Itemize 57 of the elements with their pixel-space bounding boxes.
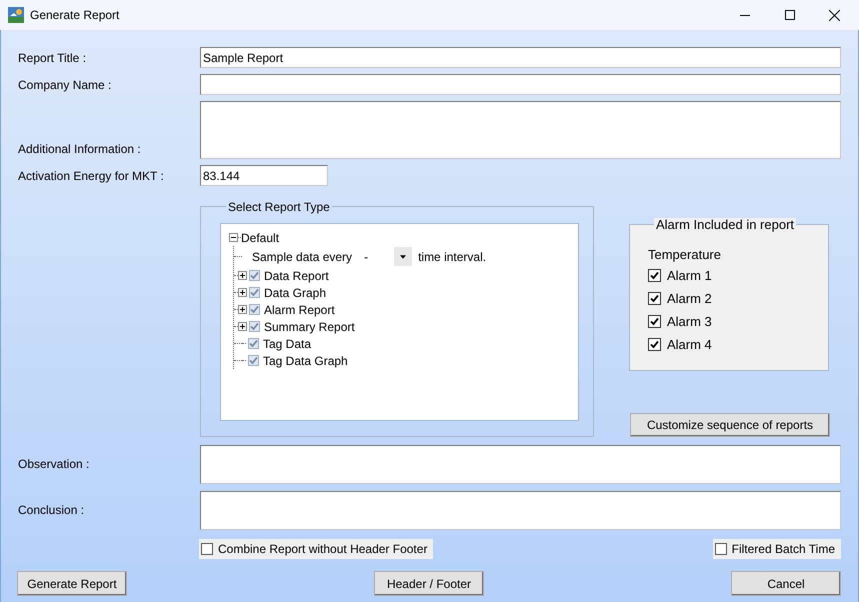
app-icon xyxy=(8,7,24,23)
plus-icon[interactable] xyxy=(238,288,247,297)
field-label: Additional Information : xyxy=(18,141,142,158)
interval-value: - xyxy=(363,248,370,266)
minus-icon[interactable] xyxy=(229,233,238,242)
checkbox-label: Alarm 4 xyxy=(667,336,712,354)
checkbox[interactable] xyxy=(249,287,260,298)
checkbox[interactable] xyxy=(648,292,661,305)
checkbox[interactable] xyxy=(248,355,259,366)
checkbox[interactable] xyxy=(714,543,727,555)
checkbox-label: Alarm 3 xyxy=(667,312,712,331)
tree-item-label[interactable]: Data Report xyxy=(264,266,329,284)
checkbox-label: Alarm 1 xyxy=(667,266,712,285)
field-label: Company Name : xyxy=(18,77,112,94)
plus-icon[interactable] xyxy=(238,322,247,331)
maximize-icon xyxy=(784,10,794,20)
text-area[interactable] xyxy=(200,445,841,484)
tree-item-label[interactable]: Alarm Report xyxy=(264,300,335,318)
tree-item-label: time interval. xyxy=(418,248,486,266)
dialog-button[interactable]: Cancel xyxy=(731,571,841,596)
checkbox[interactable] xyxy=(248,338,259,349)
checkbox[interactable] xyxy=(249,321,260,332)
plus-icon[interactable] xyxy=(238,305,247,314)
field-label: Observation : xyxy=(18,456,90,473)
group-title: Alarm Included in report xyxy=(654,218,796,231)
text-field[interactable]: 83.144 xyxy=(200,165,328,186)
checkbox[interactable] xyxy=(648,269,661,282)
checkbox[interactable] xyxy=(648,315,661,328)
close-icon xyxy=(829,10,840,20)
dialog-button[interactable]: Header / Footer xyxy=(374,571,484,596)
customize-button[interactable]: Customize sequence of reports xyxy=(630,413,830,437)
group-title: Select Report Type xyxy=(226,201,332,213)
checkbox-label: Alarm 2 xyxy=(667,290,712,308)
tree-item-label[interactable]: Tag Data xyxy=(263,334,312,352)
field-label: Activation Energy for MKT : xyxy=(18,168,165,185)
tree-item-label: Sample data every xyxy=(252,248,352,266)
tree-item-label[interactable]: Data Graph xyxy=(264,284,326,302)
tree-item-label[interactable]: Tag Data Graph xyxy=(263,352,348,370)
caret-icon xyxy=(400,254,406,258)
window-title: Generate Report xyxy=(30,7,120,24)
dialog-button[interactable]: Generate Report xyxy=(17,571,127,596)
checkbox[interactable] xyxy=(201,543,213,555)
text-field[interactable] xyxy=(200,74,841,95)
checkbox[interactable] xyxy=(249,304,260,315)
dropdown-button[interactable] xyxy=(394,247,412,266)
checkbox-label: Filtered Batch Time xyxy=(732,541,835,558)
tree-item-label[interactable]: Summary Report xyxy=(264,318,355,336)
checkbox[interactable] xyxy=(648,338,661,351)
sensor-label: Temperature xyxy=(648,246,722,263)
field-label: Report Title : xyxy=(18,50,88,67)
plus-icon[interactable] xyxy=(238,271,247,280)
field-label: Conclusion : xyxy=(18,502,86,519)
text-field[interactable]: Sample Report xyxy=(200,47,841,68)
checkbox[interactable] xyxy=(249,270,260,281)
text-area[interactable] xyxy=(200,491,841,530)
checkbox-label: Combine Report without Header Footer xyxy=(218,541,428,558)
tree-item-label[interactable]: Default xyxy=(241,228,280,246)
